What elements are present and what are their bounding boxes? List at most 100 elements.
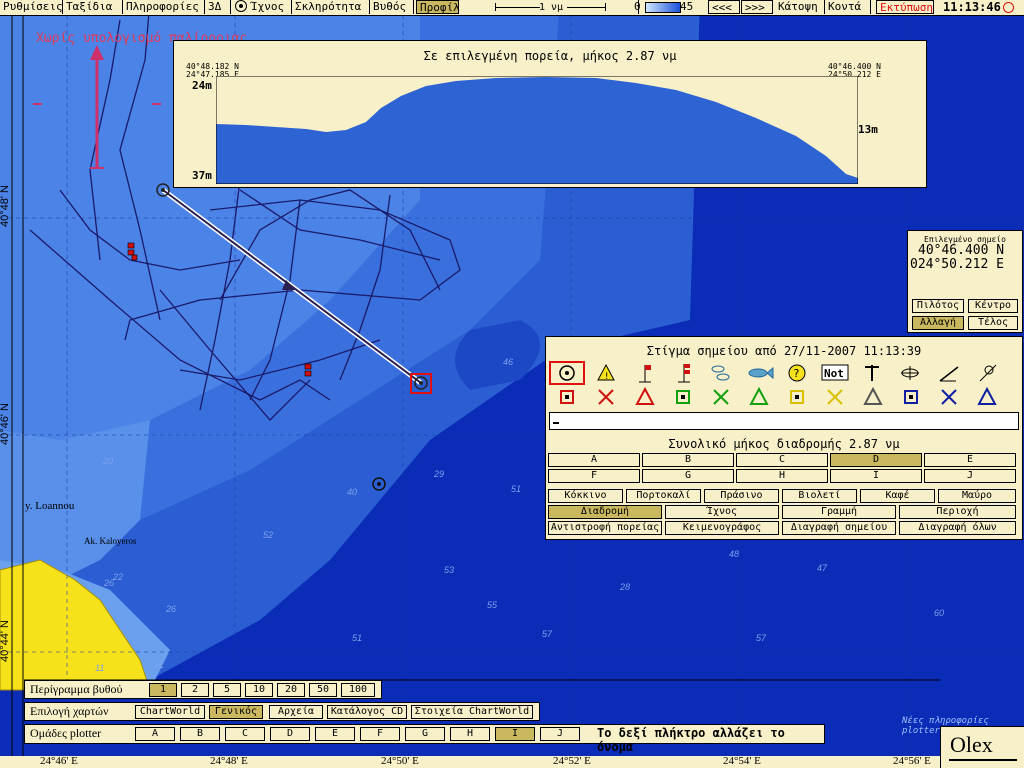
plotter-e-button[interactable]: E <box>315 727 355 741</box>
plotter-g-button[interactable]: G <box>405 727 445 741</box>
not-icon[interactable]: Not <box>821 364 849 381</box>
plotter-d-button[interactable]: D <box>270 727 310 741</box>
view-top-button[interactable]: Κάτοψη <box>775 0 825 14</box>
plotter-c-button[interactable]: C <box>225 727 265 741</box>
pilot-button[interactable]: Πιλότος <box>912 299 964 313</box>
color-violet-button[interactable]: Βιολετί <box>782 489 857 503</box>
fish-school-icon[interactable] <box>711 365 730 381</box>
yellow-triangle-icon[interactable] <box>863 386 883 405</box>
outline-1-button[interactable]: 1 <box>149 683 177 697</box>
menu-info[interactable]: Πληροφορίες <box>123 0 205 14</box>
color-orange-button[interactable]: Πορτοκαλί <box>626 489 701 503</box>
sounding-label: 40 <box>347 487 358 497</box>
color-brown-button[interactable]: Καφέ <box>860 489 935 503</box>
end-button[interactable]: Τέλος <box>968 316 1018 330</box>
double-flag-icon[interactable] <box>678 364 690 383</box>
question-icon[interactable]: ? <box>788 364 806 382</box>
selected-point-lon: 024°50.212 E <box>910 257 1004 272</box>
fishing-rod-icon[interactable] <box>939 366 959 382</box>
type-track-button[interactable]: Ίχνος <box>665 505 779 519</box>
green-triangle-icon[interactable] <box>749 386 769 405</box>
menu-trips[interactable]: Ταξίδια <box>63 0 123 14</box>
center-button[interactable]: Κέντρο <box>968 299 1018 313</box>
anchor-hook-icon[interactable] <box>865 365 879 381</box>
color-red-button[interactable]: Κόκκινο <box>548 489 623 503</box>
menu-hardness[interactable]: Σκληρότητα <box>292 0 370 14</box>
files-button[interactable]: Αρχεία <box>269 705 323 719</box>
type-route-button[interactable]: Διαδρομή <box>548 505 662 519</box>
net-icon[interactable] <box>979 364 997 382</box>
cd-catalog-button[interactable]: Κατάλογος CD <box>327 705 407 719</box>
outline-20-button[interactable]: 20 <box>277 683 305 697</box>
reverse-course-button[interactable]: Αντιστροφή πορείας <box>548 521 662 535</box>
mark-point-panel: Στίγμα σημείου από 27/11-2007 11:13:39 !… <box>545 336 1023 540</box>
type-line-button[interactable]: Γραμμή <box>782 505 896 519</box>
letter-j-button[interactable]: J <box>924 469 1016 483</box>
general-button[interactable]: Γενικός <box>209 705 263 719</box>
blue-x-icon[interactable] <box>941 389 957 405</box>
letter-a-button[interactable]: A <box>548 453 640 467</box>
flag-icon[interactable] <box>639 365 651 383</box>
color-black-button[interactable]: Μαύρο <box>938 489 1016 503</box>
lon-label: 24°52' E <box>553 755 591 767</box>
depth-outline-bar: Περίγραμμα βυθού 1 2 5 10 20 50 100 <box>24 680 382 699</box>
chartworld-button[interactable]: ChartWorld <box>135 705 205 719</box>
blue-square-icon[interactable] <box>904 390 918 404</box>
letter-h-button[interactable]: H <box>736 469 828 483</box>
menu-track[interactable]: Ίχνος <box>231 0 292 14</box>
lat-label: 40°44' N <box>0 620 11 662</box>
mark-text-input[interactable] <box>549 412 1019 430</box>
fish-icon[interactable] <box>748 366 774 380</box>
change-button[interactable]: Αλλαγή <box>912 316 964 330</box>
menu-profile[interactable]: Προφίλ <box>416 0 460 14</box>
green-square-icon[interactable] <box>676 390 690 404</box>
plotter-i-button[interactable]: I <box>495 727 535 741</box>
yellow-x-icon[interactable] <box>827 389 843 405</box>
nav-next-button[interactable]: >>> <box>741 0 773 14</box>
outline-2-button[interactable]: 2 <box>181 683 209 697</box>
target-icon[interactable] <box>559 365 575 381</box>
menu-3d[interactable]: 3Δ <box>205 0 231 14</box>
outline-100-button[interactable]: 100 <box>341 683 375 697</box>
letter-b-button[interactable]: B <box>642 453 734 467</box>
type-area-button[interactable]: Περιοχή <box>899 505 1016 519</box>
nav-prev-button[interactable]: <<< <box>708 0 740 14</box>
letter-g-button[interactable]: G <box>642 469 734 483</box>
red-square-icon[interactable] <box>560 390 574 404</box>
wreck-icon[interactable] <box>901 366 919 380</box>
depth-color-scale[interactable]: 0 45 <box>628 0 708 14</box>
red-triangle-icon[interactable] <box>635 386 655 405</box>
plotter-f-button[interactable]: F <box>360 727 400 741</box>
scale-label: 1 νμ <box>539 2 564 13</box>
chartworld-info-button[interactable]: Στοιχεία ChartWorld <box>411 705 533 719</box>
outline-5-button[interactable]: 5 <box>213 683 241 697</box>
letter-d-button[interactable]: D <box>830 453 922 467</box>
plotter-h-button[interactable]: H <box>450 727 490 741</box>
red-x-icon[interactable] <box>598 389 614 405</box>
letter-f-button[interactable]: F <box>548 469 640 483</box>
view-close-button[interactable]: Κοντά <box>825 0 871 14</box>
green-x-icon[interactable] <box>713 389 729 405</box>
blue-triangle-icon[interactable] <box>977 386 997 405</box>
letter-i-button[interactable]: I <box>830 469 922 483</box>
delete-point-button[interactable]: Διαγραφή σημείου <box>782 521 896 535</box>
letter-e-button[interactable]: E <box>924 453 1016 467</box>
sounding-label: 47 <box>817 563 828 573</box>
menu-seabed[interactable]: Βυθός <box>370 0 414 14</box>
plotter-hint: Το δεξί πλήκτρο αλλάζει το όνομα <box>597 726 785 754</box>
text-editor-button[interactable]: Κειμενογράφος <box>665 521 779 535</box>
plotter-j-button[interactable]: J <box>540 727 580 741</box>
delete-all-button[interactable]: Διαγραφή όλων <box>899 521 1016 535</box>
yellow-square-icon[interactable] <box>790 390 804 404</box>
depth-profile-chart[interactable] <box>216 76 858 184</box>
print-button[interactable]: Εκτύπωση <box>876 0 934 14</box>
color-green-button[interactable]: Πράσινο <box>704 489 779 503</box>
sounding-label: 26 <box>166 604 177 614</box>
plotter-a-button[interactable]: A <box>135 727 175 741</box>
letter-c-button[interactable]: C <box>736 453 828 467</box>
plotter-b-button[interactable]: B <box>180 727 220 741</box>
menu-settings[interactable]: Ρυθμίσεις <box>0 0 63 14</box>
outline-10-button[interactable]: 10 <box>245 683 273 697</box>
outline-50-button[interactable]: 50 <box>309 683 337 697</box>
warning-icon[interactable]: ! <box>597 363 615 382</box>
